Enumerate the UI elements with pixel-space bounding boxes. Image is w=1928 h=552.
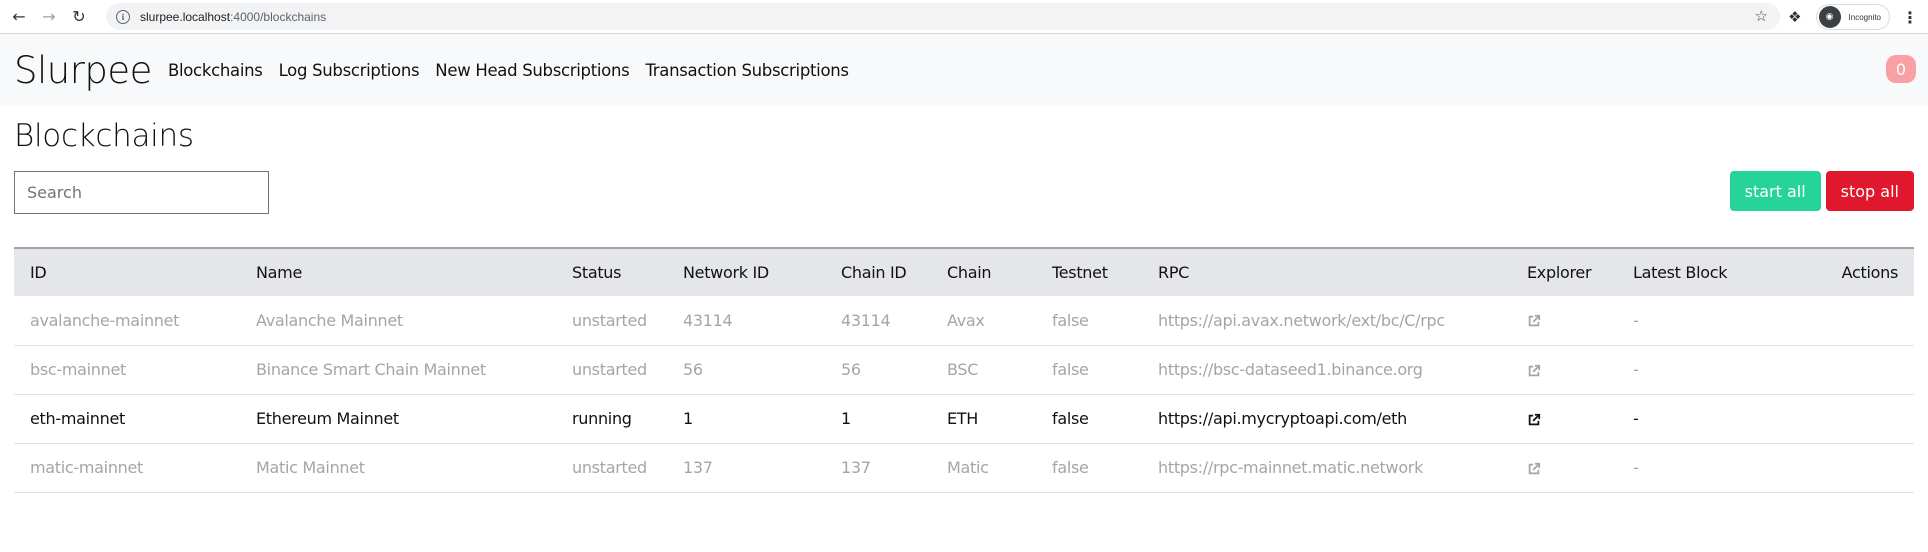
- cell-explorer: [1511, 296, 1617, 346]
- cell-latest-block: -: [1617, 443, 1792, 493]
- cell-status: unstarted: [556, 296, 667, 346]
- cell-testnet: false: [1036, 394, 1142, 444]
- cell-chain-id: 1: [825, 394, 931, 444]
- cell-network-id: 43114: [667, 296, 825, 346]
- cell-chain-id: 137: [825, 443, 931, 493]
- cell-rpc: https://api.mycryptoapi.com/eth: [1142, 394, 1511, 444]
- incognito-icon: ◉: [1818, 6, 1841, 28]
- cell-name: Binance Smart Chain Mainnet: [240, 345, 556, 395]
- table-row[interactable]: eth-mainnet Ethereum Mainnet running 1 1…: [14, 394, 1914, 444]
- reload-icon[interactable]: ↻: [68, 6, 90, 28]
- cell-actions: [1791, 296, 1914, 346]
- header-testnet[interactable]: Testnet: [1036, 248, 1142, 296]
- cell-status: unstarted: [556, 443, 667, 493]
- cell-id: avalanche-mainnet: [14, 296, 240, 346]
- extensions-puzzle-icon[interactable]: ❖: [1788, 8, 1801, 26]
- cell-latest-block: -: [1617, 394, 1792, 444]
- header-status[interactable]: Status: [556, 248, 667, 296]
- header-name[interactable]: Name: [240, 248, 556, 296]
- cell-testnet: false: [1036, 296, 1142, 346]
- cell-explorer: [1511, 394, 1617, 444]
- cell-name: Ethereum Mainnet: [240, 394, 556, 444]
- cell-actions: [1791, 443, 1914, 493]
- url-host: slurpee.localhost: [140, 9, 231, 24]
- toolbar: start all stop all: [14, 171, 1914, 217]
- cell-chain: Avax: [931, 296, 1036, 346]
- notification-badge[interactable]: 0: [1886, 55, 1916, 83]
- browser-toolbar: ← → ↻ i slurpee.localhost:4000/blockchai…: [0, 0, 1928, 34]
- table-row[interactable]: avalanche-mainnet Avalanche Mainnet unst…: [14, 296, 1914, 346]
- main-content: Blockchains start all stop all ID Name S…: [0, 118, 1928, 493]
- cell-actions: [1791, 394, 1914, 444]
- cell-name: Avalanche Mainnet: [240, 296, 556, 346]
- table-row[interactable]: matic-mainnet Matic Mainnet unstarted 13…: [14, 443, 1914, 493]
- cell-explorer: [1511, 345, 1617, 395]
- cell-chain: ETH: [931, 394, 1036, 444]
- header-chain-id[interactable]: Chain ID: [825, 248, 931, 296]
- incognito-label: Incognito: [1848, 12, 1881, 22]
- external-link-icon[interactable]: [1527, 314, 1541, 328]
- page-title: Blockchains: [14, 118, 194, 154]
- cell-testnet: false: [1036, 345, 1142, 395]
- header-latest-block[interactable]: Latest Block: [1617, 248, 1792, 296]
- cell-name: Matic Mainnet: [240, 443, 556, 493]
- url-path: :4000/blockchains: [230, 9, 327, 24]
- cell-network-id: 137: [667, 443, 825, 493]
- incognito-indicator[interactable]: ◉ Incognito: [1815, 4, 1890, 30]
- cell-chain: Matic: [931, 443, 1036, 493]
- cell-explorer: [1511, 443, 1617, 493]
- table-header-row: ID Name Status Network ID Chain ID Chain…: [14, 248, 1914, 296]
- external-link-icon[interactable]: [1527, 462, 1541, 476]
- site-info-icon[interactable]: i: [116, 9, 130, 24]
- header-chain[interactable]: Chain: [931, 248, 1036, 296]
- cell-id: eth-mainnet: [14, 394, 240, 444]
- nav-link-new-head-subscriptions[interactable]: New Head Subscriptions: [435, 61, 629, 80]
- cell-latest-block: -: [1617, 296, 1792, 346]
- back-arrow-icon[interactable]: ←: [8, 6, 30, 28]
- brand-logo[interactable]: Slurpee: [14, 49, 152, 92]
- forward-arrow-icon[interactable]: →: [38, 6, 60, 28]
- header-network-id[interactable]: Network ID: [667, 248, 825, 296]
- nav-link-log-subscriptions[interactable]: Log Subscriptions: [279, 61, 420, 80]
- blockchains-table: ID Name Status Network ID Chain ID Chain…: [14, 247, 1914, 493]
- cell-actions: [1791, 345, 1914, 395]
- table-row[interactable]: bsc-mainnet Binance Smart Chain Mainnet …: [14, 345, 1914, 395]
- bookmark-star-icon[interactable]: ☆: [1755, 7, 1768, 25]
- cell-rpc: https://rpc-mainnet.matic.network: [1142, 443, 1511, 493]
- cell-rpc: https://bsc-dataseed1.binance.org: [1142, 345, 1511, 395]
- cell-chain-id: 43114: [825, 296, 931, 346]
- nav-link-blockchains[interactable]: Blockchains: [168, 61, 263, 80]
- cell-rpc: https://api.avax.network/ext/bc/C/rpc: [1142, 296, 1511, 346]
- cell-chain: BSC: [931, 345, 1036, 395]
- header-rpc[interactable]: RPC: [1142, 248, 1511, 296]
- cell-network-id: 56: [667, 345, 825, 395]
- header-id[interactable]: ID: [14, 248, 240, 296]
- header-actions: Actions: [1841, 263, 1899, 282]
- cell-id: bsc-mainnet: [14, 345, 240, 395]
- start-all-button[interactable]: start all: [1729, 171, 1821, 211]
- header-explorer[interactable]: Explorer: [1511, 248, 1617, 296]
- external-link-icon[interactable]: [1527, 413, 1541, 427]
- cell-network-id: 1: [667, 394, 825, 444]
- cell-latest-block: -: [1617, 345, 1792, 395]
- nav-link-transaction-subscriptions[interactable]: Transaction Subscriptions: [645, 61, 849, 80]
- cell-testnet: false: [1036, 443, 1142, 493]
- browser-menu-icon[interactable]: ⋮: [1902, 8, 1918, 27]
- app-navbar: Slurpee Blockchains Log Subscriptions Ne…: [0, 34, 1928, 106]
- stop-all-button[interactable]: stop all: [1825, 171, 1914, 211]
- cell-chain-id: 56: [825, 345, 931, 395]
- cell-status: unstarted: [556, 345, 667, 395]
- search-input[interactable]: [14, 171, 269, 214]
- cell-status: running: [556, 394, 667, 444]
- address-bar[interactable]: i slurpee.localhost:4000/blockchains ☆: [106, 3, 1780, 30]
- cell-id: matic-mainnet: [14, 443, 240, 493]
- external-link-icon[interactable]: [1527, 364, 1541, 378]
